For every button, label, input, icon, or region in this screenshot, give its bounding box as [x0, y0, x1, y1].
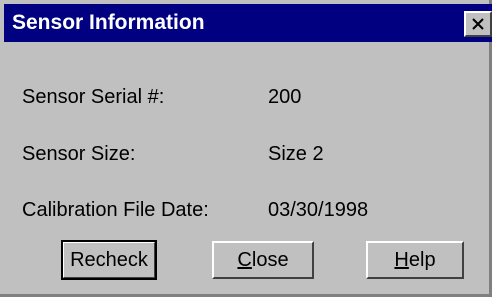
calibration-date-label: Calibration File Date:: [22, 199, 209, 221]
recheck-button[interactable]: Recheck: [61, 240, 157, 280]
close-mnemonic: C: [237, 249, 252, 271]
help-label-rest: elp: [408, 249, 436, 271]
recheck-button-label: Recheck: [70, 249, 148, 271]
sensor-information-dialog: Sensor Information Sensor Serial #: 200 …: [0, 0, 492, 297]
window-title: Sensor Information: [12, 11, 205, 34]
sensor-size-label: Sensor Size:: [22, 143, 136, 165]
close-label-rest: lose: [251, 249, 289, 271]
sensor-size-value: Size 2: [268, 143, 324, 165]
close-button[interactable]: Close: [212, 241, 314, 279]
serial-number-value: 200: [268, 86, 302, 108]
close-icon: [472, 18, 484, 30]
help-button-label: Help: [394, 243, 435, 277]
calibration-date-value: 03/30/1998: [268, 199, 369, 221]
help-mnemonic: H: [394, 249, 409, 271]
close-window-button[interactable]: [464, 11, 492, 37]
serial-number-label: Sensor Serial #:: [22, 86, 165, 108]
title-bar[interactable]: Sensor Information: [4, 4, 492, 42]
help-button[interactable]: Help: [366, 241, 464, 279]
close-button-label: Close: [237, 243, 288, 277]
